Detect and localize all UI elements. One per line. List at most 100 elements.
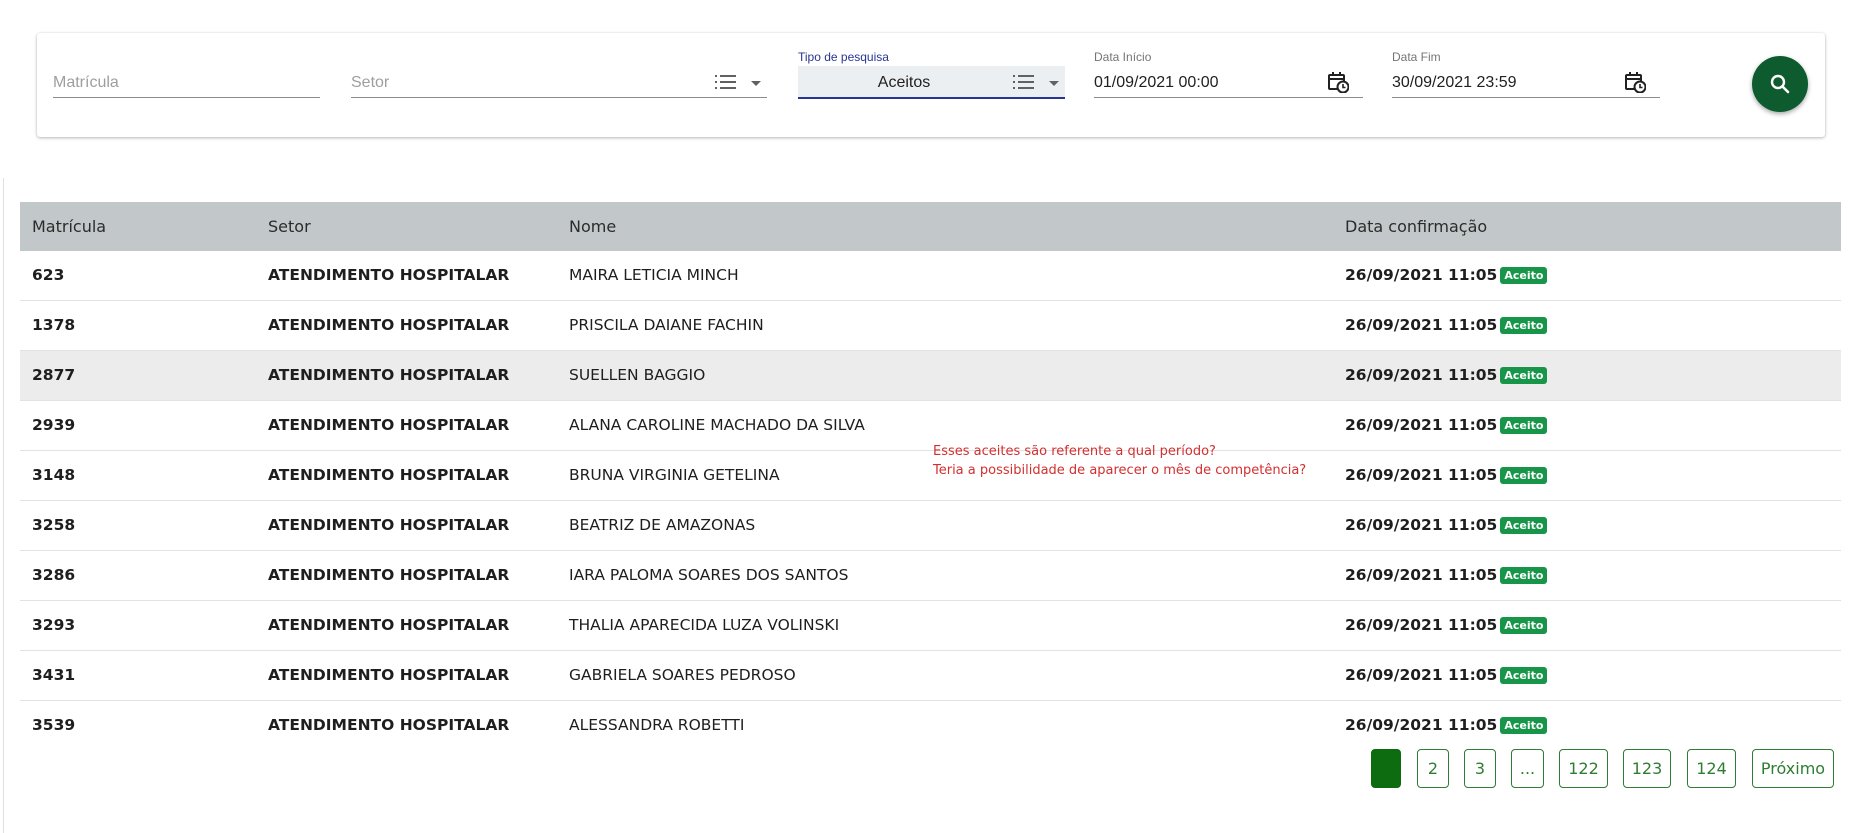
cell-matricula: 3431 [32,666,76,684]
table-row[interactable]: 3258 ATENDIMENTO HOSPITALAR BEATRIZ DE A… [20,501,1841,551]
cell-matricula: 3258 [32,516,76,534]
cell-nome: GABRIELA SOARES PEDROSO [569,666,796,684]
data-text: 26/09/2021 11:05 [1345,416,1498,434]
data-text: 26/09/2021 11:05 [1345,716,1498,734]
cell-nome: BEATRIZ DE AMAZONAS [569,516,756,534]
table-row[interactable]: 2877 ATENDIMENTO HOSPITALAR SUELLEN BAGG… [20,351,1841,401]
cell-matricula: 3539 [32,716,76,734]
data-text: 26/09/2021 11:05 [1345,316,1498,334]
table-row[interactable]: 1378 ATENDIMENTO HOSPITALAR PRISCILA DAI… [20,301,1841,351]
cell-matricula: 2939 [32,416,76,434]
chevron-down-icon[interactable] [751,81,761,86]
calendar-clock-icon[interactable] [1327,71,1349,93]
data-inicio-value: 01/09/2021 00:00 [1094,74,1219,91]
cell-nome: MAIRA LETICIA MINCH [569,266,739,284]
tipo-pesquisa-field[interactable]: Tipo de pesquisa Aceitos [798,33,1065,137]
page-ellipsis: ... [1511,749,1544,788]
cell-matricula: 623 [32,266,65,284]
calendar-clock-icon[interactable] [1624,71,1646,93]
cell-nome: ALESSANDRA ROBETTI [569,716,745,734]
matricula-field[interactable]: Matrícula [53,33,320,137]
list-icon [1013,75,1034,89]
cell-setor: ATENDIMENTO HOSPITALAR [268,716,510,734]
cell-nome: SUELLEN BAGGIO [569,366,706,384]
table-row[interactable]: 3539 ATENDIMENTO HOSPITALAR ALESSANDRA R… [20,701,1841,750]
status-badge: Aceito [1500,467,1548,484]
matricula-input[interactable]: Matrícula [53,66,320,98]
page-button-122[interactable]: 122 [1559,749,1608,788]
cell-matricula: 3148 [32,466,76,484]
tipo-pesquisa-label: Tipo de pesquisa [798,50,889,64]
setor-select[interactable]: Setor [351,66,767,98]
tipo-pesquisa-value: Aceitos [877,74,931,91]
data-fim-input[interactable]: 30/09/2021 23:59 [1392,66,1660,98]
data-inicio-label: Data Início [1094,50,1152,64]
cell-data-confirmacao: 26/09/2021 11:05 Aceito [1345,566,1548,584]
cell-matricula: 2877 [32,366,76,384]
next-page-button[interactable]: Próximo [1752,749,1834,788]
data-fim-field[interactable]: Data Fim 30/09/2021 23:59 [1392,33,1660,137]
header-setor[interactable]: Setor [268,217,311,236]
cell-nome: BRUNA VIRGINIA GETELINA [569,466,780,484]
list-icon [715,75,736,89]
data-text: 26/09/2021 11:05 [1345,366,1498,384]
table-header: Matrícula Setor Nome Data confirmação [20,202,1841,251]
page-button-124[interactable]: 124 [1687,749,1736,788]
results-table: Matrícula Setor Nome Data confirmação 62… [20,202,1841,750]
table-row[interactable]: 2939 ATENDIMENTO HOSPITALAR ALANA CAROLI… [20,401,1841,451]
cell-nome: THALIA APARECIDA LUZA VOLINSKI [569,616,840,634]
cell-setor: ATENDIMENTO HOSPITALAR [268,566,510,584]
cell-data-confirmacao: 26/09/2021 11:05 Aceito [1345,416,1548,434]
cell-nome: IARA PALOMA SOARES DOS SANTOS [569,566,849,584]
data-inicio-input[interactable]: 01/09/2021 00:00 [1094,66,1363,98]
cell-setor: ATENDIMENTO HOSPITALAR [268,616,510,634]
header-nome[interactable]: Nome [569,217,616,236]
table-row[interactable]: 623 ATENDIMENTO HOSPITALAR MAIRA LETICIA… [20,251,1841,301]
data-text: 26/09/2021 11:05 [1345,266,1498,284]
table-row[interactable]: 3293 ATENDIMENTO HOSPITALAR THALIA APARE… [20,601,1841,651]
status-badge: Aceito [1500,717,1548,734]
cell-matricula: 3286 [32,566,76,584]
annotation-note: Esses aceites são referente a qual perío… [933,442,1306,480]
search-button[interactable] [1752,56,1808,112]
cell-setor: ATENDIMENTO HOSPITALAR [268,666,510,684]
cell-data-confirmacao: 26/09/2021 11:05 Aceito [1345,266,1548,284]
data-text: 26/09/2021 11:05 [1345,616,1498,634]
data-fim-value: 30/09/2021 23:59 [1392,74,1517,91]
annotation-line-1: Esses aceites são referente a qual perío… [933,444,1216,459]
cell-setor: ATENDIMENTO HOSPITALAR [268,366,510,384]
cell-nome: ALANA CAROLINE MACHADO DA SILVA [569,416,865,434]
filter-card: Matrícula Setor Tipo de pesquisa Aceitos… [37,33,1825,137]
search-icon [1770,74,1790,94]
table-row[interactable]: 3431 ATENDIMENTO HOSPITALAR GABRIELA SOA… [20,651,1841,701]
status-badge: Aceito [1500,617,1548,634]
cell-matricula: 3293 [32,616,76,634]
cell-setor: ATENDIMENTO HOSPITALAR [268,316,510,334]
cell-nome: PRISCILA DAIANE FACHIN [569,316,764,334]
table-row[interactable]: 3286 ATENDIMENTO HOSPITALAR IARA PALOMA … [20,551,1841,601]
status-badge: Aceito [1500,417,1548,434]
page-button-1[interactable]: 1 [1371,749,1401,788]
cell-data-confirmacao: 26/09/2021 11:05 Aceito [1345,316,1548,334]
data-text: 26/09/2021 11:05 [1345,466,1498,484]
status-badge: Aceito [1500,367,1548,384]
cell-matricula: 1378 [32,316,76,334]
cell-data-confirmacao: 26/09/2021 11:05 Aceito [1345,516,1548,534]
header-matricula[interactable]: Matrícula [32,217,106,236]
chevron-down-icon[interactable] [1049,81,1059,86]
status-badge: Aceito [1500,517,1548,534]
table-row[interactable]: 3148 ATENDIMENTO HOSPITALAR BRUNA VIRGIN… [20,451,1841,501]
tipo-pesquisa-select[interactable]: Aceitos [798,66,1065,99]
data-inicio-field[interactable]: Data Início 01/09/2021 00:00 [1094,33,1363,137]
annotation-line-2: Teria a possibilidade de aparecer o mês … [933,463,1307,478]
status-badge: Aceito [1500,567,1548,584]
cell-data-confirmacao: 26/09/2021 11:05 Aceito [1345,366,1548,384]
page-button-3[interactable]: 3 [1464,749,1496,788]
setor-field[interactable]: Setor [351,33,767,137]
data-text: 26/09/2021 11:05 [1345,516,1498,534]
data-text: 26/09/2021 11:05 [1345,566,1498,584]
page-button-123[interactable]: 123 [1623,749,1671,788]
page-button-2[interactable]: 2 [1417,749,1449,788]
header-data-confirmacao[interactable]: Data confirmação [1345,217,1487,236]
cell-setor: ATENDIMENTO HOSPITALAR [268,516,510,534]
